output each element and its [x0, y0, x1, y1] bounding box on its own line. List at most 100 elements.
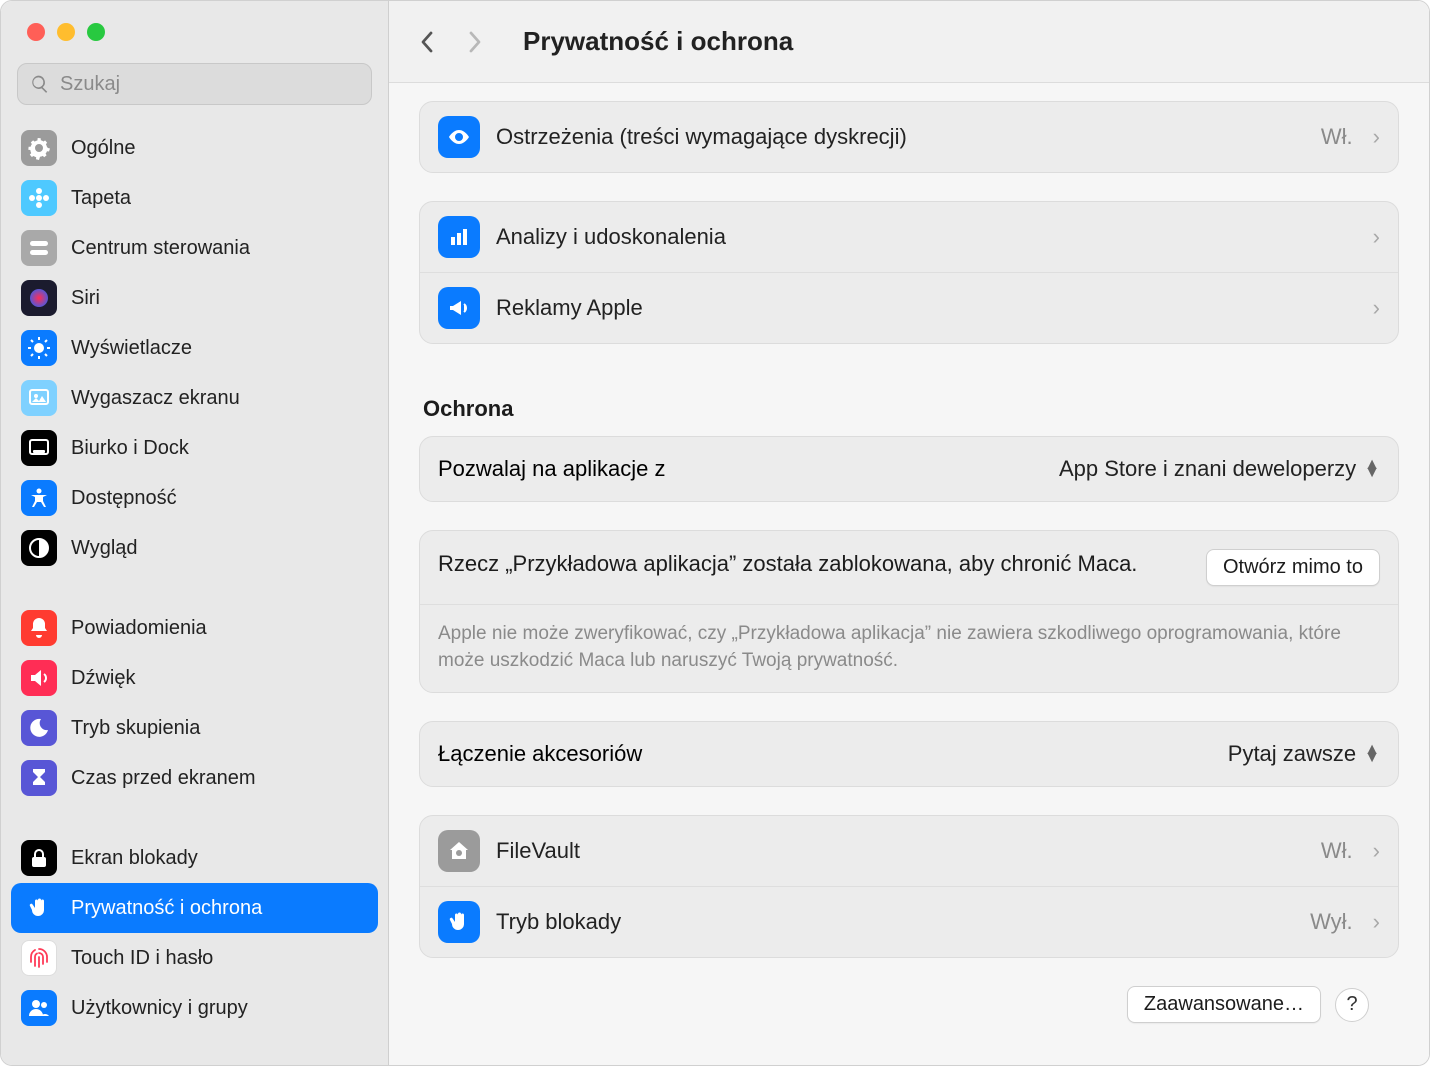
sidebar-item-dock[interactable]: Biurko i Dock [11, 423, 378, 473]
row-label: Reklamy Apple [496, 295, 1357, 321]
group-blocked-app: Rzecz „Przykładowa aplikacja” została za… [419, 530, 1399, 693]
updown-icon: ▲▼ [1364, 461, 1380, 477]
header: Prywatność i ochrona [389, 1, 1429, 83]
chevron-right-icon: › [1373, 295, 1380, 321]
sidebar-item-display[interactable]: Wyświetlacze [11, 323, 378, 373]
allow-apps-value: App Store i znani deweloperzy [1059, 456, 1356, 482]
search-input[interactable]: Szukaj [17, 63, 372, 105]
footer: Zaawansowane… ? [419, 986, 1399, 1045]
sidebar-item-siri[interactable]: Siri [11, 273, 378, 323]
chevron-right-icon: › [1373, 909, 1380, 935]
sidebar-item-label: Użytkownicy i grupy [71, 997, 248, 1020]
security-row-lockdown[interactable]: Tryb blokady Wył. › [420, 886, 1398, 957]
advanced-button[interactable]: Zaawansowane… [1127, 986, 1321, 1023]
back-button[interactable] [413, 30, 441, 54]
allow-apps-label: Pozwalaj na aplikacje z [438, 456, 1059, 482]
sidebar-item-label: Wyświetlacze [71, 337, 192, 360]
flower-icon [21, 180, 57, 216]
sidebar-item-general[interactable]: Ogólne [11, 123, 378, 173]
forward-button[interactable] [461, 30, 489, 54]
privacy-row-sensitive[interactable]: Ostrzeżenia (treści wymagające dyskrecji… [420, 102, 1398, 172]
privacy-row-analytics[interactable]: Analizy i udoskonalenia› [420, 202, 1398, 272]
sidebar-item-control[interactable]: Centrum sterowania [11, 223, 378, 273]
security-row-filevault[interactable]: FileVaultWł.› [420, 816, 1398, 886]
sidebar-item-access[interactable]: Dostępność [11, 473, 378, 523]
allow-apps-row[interactable]: Pozwalaj na aplikacje z App Store i znan… [420, 437, 1398, 501]
finger-icon [21, 940, 57, 976]
sidebar-item-label: Ogólne [71, 137, 136, 160]
chevron-right-icon: › [1373, 838, 1380, 864]
switches-icon [21, 230, 57, 266]
sidebar-item-label: Dźwięk [71, 667, 135, 690]
sidebar-item-users[interactable]: Użytkownicy i grupy [11, 983, 378, 1033]
chevron-left-icon [419, 30, 435, 54]
siri-icon [21, 280, 57, 316]
group-allow-apps: Pozwalaj na aplikacje z App Store i znan… [419, 436, 1399, 502]
row-label: Tryb blokady [496, 909, 1294, 935]
sidebar-item-screensaver[interactable]: Wygaszacz ekranu [11, 373, 378, 423]
sidebar-item-label: Tryb skupienia [71, 717, 200, 740]
sidebar-item-lockscreen[interactable]: Ekran blokady [11, 833, 378, 883]
sidebar-item-label: Prywatność i ochrona [71, 897, 262, 920]
chart-icon [438, 216, 480, 258]
row-status: Wył. [1310, 909, 1353, 935]
gear-icon [21, 130, 57, 166]
dock-icon [21, 430, 57, 466]
sidebar-item-label: Ekran blokady [71, 847, 198, 870]
chevron-right-icon [467, 30, 483, 54]
sidebar-list: Ogólne Tapeta Centrum sterowaniaSiri Wyświe… [1, 119, 388, 1065]
megaphone-icon [438, 287, 480, 329]
privacy-row-ads[interactable]: Reklamy Apple › [420, 272, 1398, 343]
group-accessories: Łączenie akcesoriów Pytaj zawsze ▲▼ [419, 721, 1399, 787]
page-title: Prywatność i ochrona [523, 26, 793, 57]
search-placeholder: Szukaj [60, 73, 120, 96]
sidebar-item-label: Dostępność [71, 487, 177, 510]
bell-icon [21, 610, 57, 646]
row-status: Wł. [1321, 124, 1353, 150]
open-anyway-button[interactable]: Otwórz mimo to [1206, 549, 1380, 586]
group-privacy-top: Ostrzeżenia (treści wymagające dyskrecji… [419, 101, 1399, 173]
sidebar-item-touchid[interactable]: Touch ID i hasło [11, 933, 378, 983]
accessories-row[interactable]: Łączenie akcesoriów Pytaj zawsze ▲▼ [420, 722, 1398, 786]
sidebar-item-notif[interactable]: Powiadomienia [11, 603, 378, 653]
users-icon [21, 990, 57, 1026]
group-filevault-lockdown: FileVaultWł.›Tryb blokadyWył.› [419, 815, 1399, 958]
sidebar-item-label: Powiadomienia [71, 617, 207, 640]
house-icon [438, 830, 480, 872]
blocked-app-description: Apple nie może zweryfikować, czy „Przykł… [420, 604, 1398, 692]
accessories-label: Łączenie akcesoriów [438, 741, 1228, 767]
main-pane: Prywatność i ochrona Ostrzeżenia (treści… [389, 1, 1429, 1065]
zoom-window-button[interactable] [87, 23, 105, 41]
sidebar-item-label: Touch ID i hasło [71, 947, 213, 970]
access-icon [21, 480, 57, 516]
sidebar-item-label: Wygaszacz ekranu [71, 387, 240, 410]
sidebar-item-label: Biurko i Dock [71, 437, 189, 460]
eye-icon [438, 116, 480, 158]
sidebar-item-wallpaper[interactable]: Tapeta [11, 173, 378, 223]
sidebar-item-privacy[interactable]: Prywatność i ochrona [11, 883, 378, 933]
sidebar-item-screentime[interactable]: Czas przed ekranem [11, 753, 378, 803]
close-window-button[interactable] [27, 23, 45, 41]
help-button[interactable]: ? [1335, 988, 1369, 1022]
blocked-app-row: Rzecz „Przykładowa aplikacja” została za… [420, 531, 1398, 604]
security-section-header: Ochrona [419, 372, 1399, 436]
sidebar-item-sound[interactable]: Dźwięk [11, 653, 378, 703]
sidebar-item-appearance[interactable]: Wygląd [11, 523, 378, 573]
appear-icon [21, 530, 57, 566]
sidebar-item-focus[interactable]: Tryb skupienia [11, 703, 378, 753]
ssaver-icon [21, 380, 57, 416]
chevron-right-icon: › [1373, 124, 1380, 150]
sun-icon [21, 330, 57, 366]
accessories-value: Pytaj zawsze [1228, 741, 1356, 767]
sidebar-item-label: Wygląd [71, 537, 138, 560]
group-analytics-ads: Analizy i udoskonalenia› Reklamy Apple › [419, 201, 1399, 344]
lock-icon [21, 840, 57, 876]
sound-icon [21, 660, 57, 696]
sidebar-item-label: Tapeta [71, 187, 131, 210]
minimize-window-button[interactable] [57, 23, 75, 41]
sidebar-item-label: Czas przed ekranem [71, 767, 256, 790]
search-icon [30, 74, 50, 94]
hourglass-icon [21, 760, 57, 796]
hand-icon [438, 901, 480, 943]
row-status: Wł. [1321, 838, 1353, 864]
